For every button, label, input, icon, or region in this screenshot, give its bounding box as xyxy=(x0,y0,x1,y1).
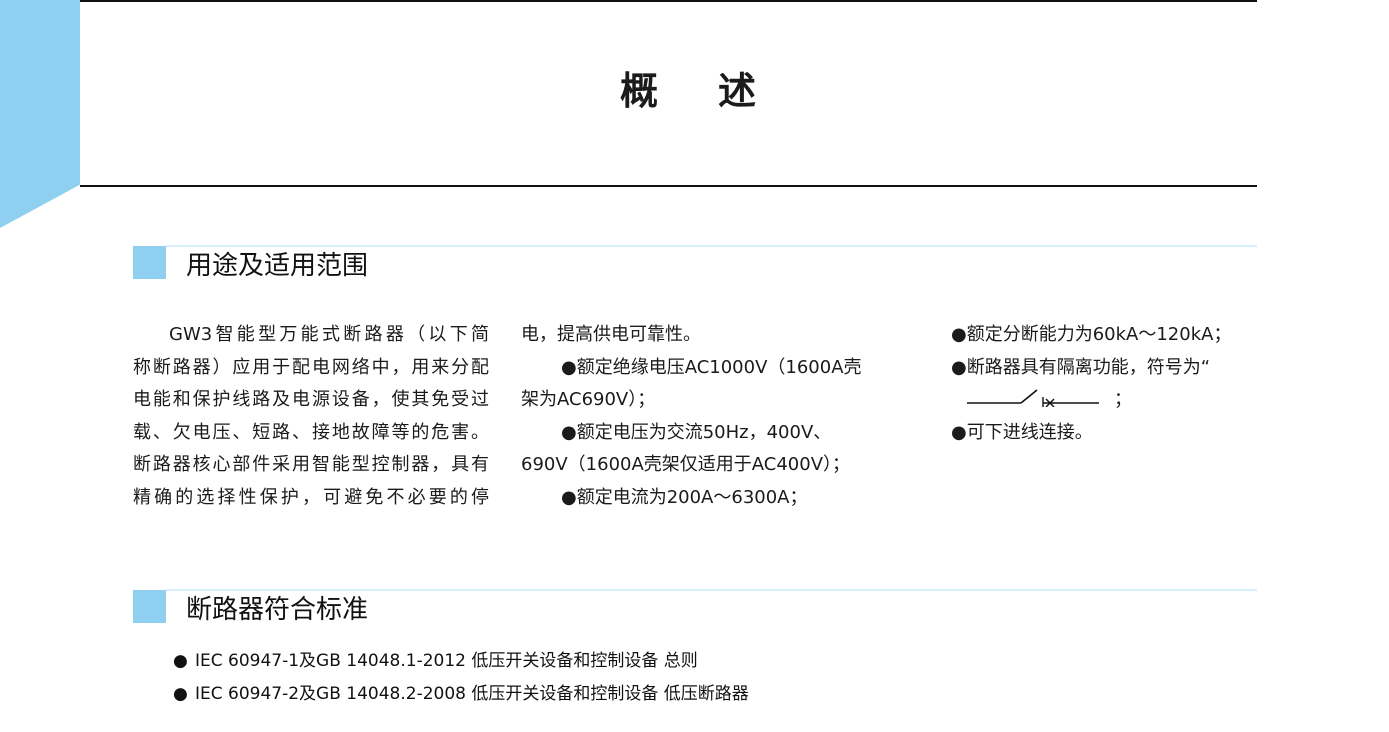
usage-column-2: 电，提高供电可靠性。 ●额定绝缘电压AC1000V（1600A壳 架为AC690… xyxy=(521,319,881,515)
rated-voltage-continuation: 690V（1600A壳架仅适用于AC400V）； xyxy=(521,454,851,476)
bullet-icon: ● xyxy=(173,651,188,671)
page-title: 概述 xyxy=(620,69,817,113)
usage-section-marker xyxy=(133,246,166,279)
top-rule xyxy=(80,0,1257,2)
rated-insulation-voltage-item: ●额定绝缘电压AC1000V（1600A壳 xyxy=(561,356,862,378)
title-rule xyxy=(80,185,1257,187)
usage-paragraph-line: 载、欠电压、短路、接地故障等的危害。 xyxy=(133,421,489,443)
usage-column-3: ●额定分断能力为60kA～120kA； ●断路器具有隔离功能，符号为“ ； ●可… xyxy=(951,319,1241,449)
usage-section-line xyxy=(166,245,1257,247)
standard-item: ● IEC 60947-2及GB 14048.2-2008 低压开关设备和控制设备… xyxy=(173,678,749,711)
usage-paragraph-line: 精确的选择性保护，可避免不必要的停 xyxy=(133,486,489,508)
isolating-circuit-breaker-symbol-icon xyxy=(967,389,1099,408)
standards-section-marker xyxy=(133,590,166,623)
isolation-symbol-suffix: ； xyxy=(1114,389,1132,411)
bullet-icon: ● xyxy=(173,684,188,704)
usage-column-1: GW3智能型万能式断路器（以下简 称断路器）应用于配电网络中，用来分配 电能和保… xyxy=(133,319,489,515)
standards-section-title: 断路器符合标准 xyxy=(186,595,369,625)
standards-list: ● IEC 60947-1及GB 14048.1-2012 低压开关设备和控制设备… xyxy=(173,645,749,711)
isolation-symbol-row: ； xyxy=(951,384,1241,417)
usage-section-title: 用途及适用范围 xyxy=(186,251,369,281)
standard-item-text: IEC 60947-2及GB 14048.2-2008 低压开关设备和控制设备 … xyxy=(195,684,749,704)
usage-paragraph-line: 电能和保护线路及电源设备，使其免受过 xyxy=(133,389,489,411)
usage-paragraph-line: GW3智能型万能式断路器（以下简 xyxy=(169,324,489,345)
rated-voltage-item: ●额定电压为交流50Hz，400V、 xyxy=(561,421,832,443)
usage-paragraph-line: 断路器核心部件采用智能型控制器，具有 xyxy=(133,454,489,476)
standards-section-line xyxy=(166,589,1257,591)
side-color-tab xyxy=(0,0,80,228)
standard-item-text: IEC 60947-1及GB 14048.1-2012 低压开关设备和控制设备 … xyxy=(195,651,698,671)
breaking-capacity-item: ●额定分断能力为60kA～120kA； xyxy=(951,324,1232,345)
standard-item: ● IEC 60947-1及GB 14048.1-2012 低压开关设备和控制设备… xyxy=(173,645,749,678)
usage-paragraph-line: 称断路器）应用于配电网络中，用来分配 xyxy=(133,356,489,378)
rated-current-item: ●额定电流为200A～6300A； xyxy=(561,486,808,508)
rated-insulation-voltage-continuation: 架为AC690V）； xyxy=(521,389,656,411)
isolation-function-item: ●断路器具有隔离功能，符号为“ xyxy=(951,356,1211,378)
bottom-inlet-connection-item: ●可下进线连接。 xyxy=(951,421,1093,443)
usage-paragraph-line: 电，提高供电可靠性。 xyxy=(521,324,701,345)
